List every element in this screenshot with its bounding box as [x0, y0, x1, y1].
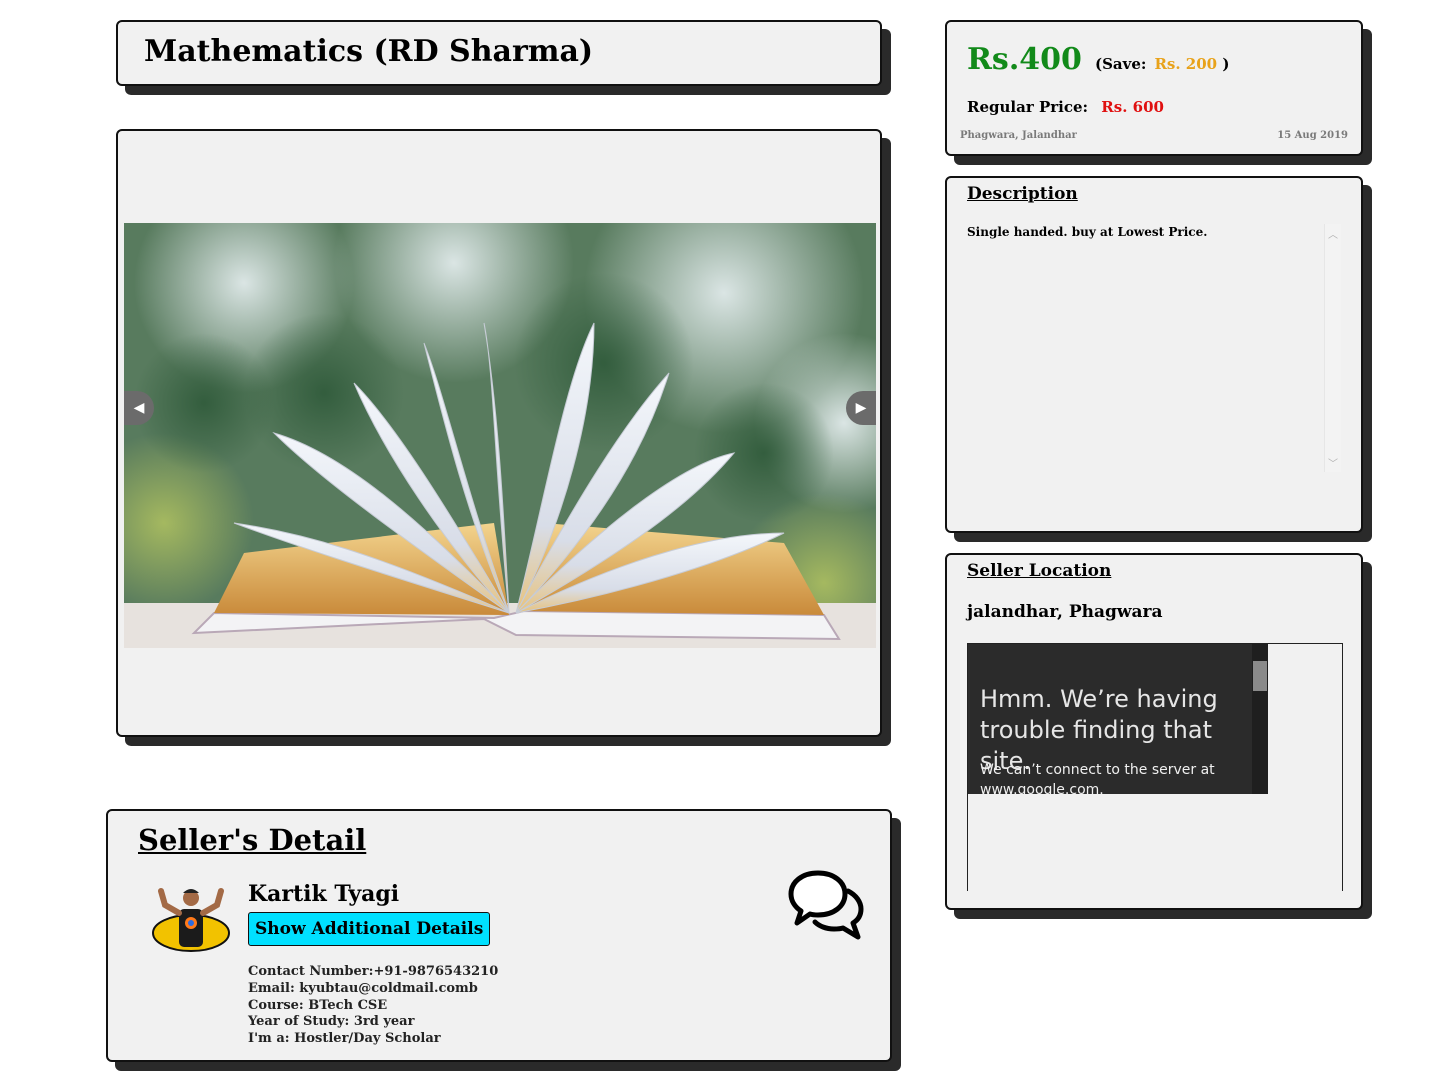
map-frame[interactable]: Hmm. We’re having trouble finding that s… — [967, 643, 1343, 891]
seller-details: Contact Number:+91-9876543210 Email: kyu… — [248, 964, 498, 1048]
next-arrow-button[interactable]: ▶ — [846, 391, 876, 425]
scroll-down-icon[interactable]: ﹀ — [1328, 455, 1338, 470]
scroll-up-icon[interactable]: ︿ — [1328, 226, 1338, 241]
save-amount: Rs. 200 — [1154, 55, 1218, 73]
map-error-panel: Hmm. We’re having trouble finding that s… — [968, 644, 1268, 794]
resident-type: I'm a: Hostler/Day Scholar — [248, 1031, 441, 1047]
map-error-body: We can’t connect to the server at www.go… — [980, 762, 1215, 794]
image-carousel: ◀ ▶ — [116, 129, 882, 737]
arrow-right-icon: ▶ — [855, 400, 867, 416]
seller-name: Kartik Tyagi — [248, 881, 400, 907]
year-of-study: Year of Study: 3rd year — [248, 1014, 415, 1030]
current-price: Rs.400 — [967, 42, 1082, 77]
show-additional-details-button[interactable]: Show Additional Details — [248, 912, 491, 946]
regular-price-amount: Rs. 600 — [1101, 98, 1164, 116]
avatar — [152, 888, 230, 952]
title-card: Mathematics (RD Sharma) — [116, 20, 882, 86]
chat-bubbles-icon[interactable] — [788, 869, 864, 941]
regular-price-row: Regular Price: Rs. 600 — [967, 98, 1164, 116]
description-scrollbar[interactable]: ︿ ﹀ — [1324, 224, 1341, 472]
email: Email: kyubtau@coldmail.comb — [248, 980, 478, 996]
location-heading: Seller Location — [967, 561, 1112, 581]
price-row: Rs.400 (Save: Rs. 200 ) — [967, 42, 1229, 77]
course: Course: BTech CSE — [248, 997, 388, 1013]
regular-price-label: Regular Price: — [967, 98, 1089, 116]
description-text: Single handed. buy at Lowest Price. — [967, 225, 1208, 239]
map-scroll-thumb[interactable] — [1253, 661, 1267, 691]
map-error-scrollbar[interactable] — [1252, 644, 1268, 794]
seller-heading: Seller's Detail — [138, 823, 367, 857]
arrow-left-icon: ◀ — [133, 400, 145, 416]
price-card: Rs.400 (Save: Rs. 200 ) Regular Price: Rs… — [945, 20, 1363, 156]
listing-location: Phagwara, Jalandhar — [960, 130, 1077, 141]
description-heading: Description — [967, 184, 1078, 204]
book-photo — [124, 223, 876, 648]
location-card: Seller Location jalandhar, Phagwara Hmm.… — [945, 553, 1363, 910]
listing-date: 15 Aug 2019 — [1277, 130, 1348, 141]
location-text: jalandhar, Phagwara — [967, 602, 1163, 622]
contact-number: Contact Number:+91-9876543210 — [248, 964, 499, 979]
description-card: Description Single handed. buy at Lowest… — [945, 176, 1363, 533]
seller-card: Seller's Detail Kartik Tyagi Show Additi… — [106, 809, 892, 1062]
save-label: (Save: Rs. 200 ) — [1094, 55, 1230, 73]
page-title: Mathematics (RD Sharma) — [144, 34, 594, 69]
